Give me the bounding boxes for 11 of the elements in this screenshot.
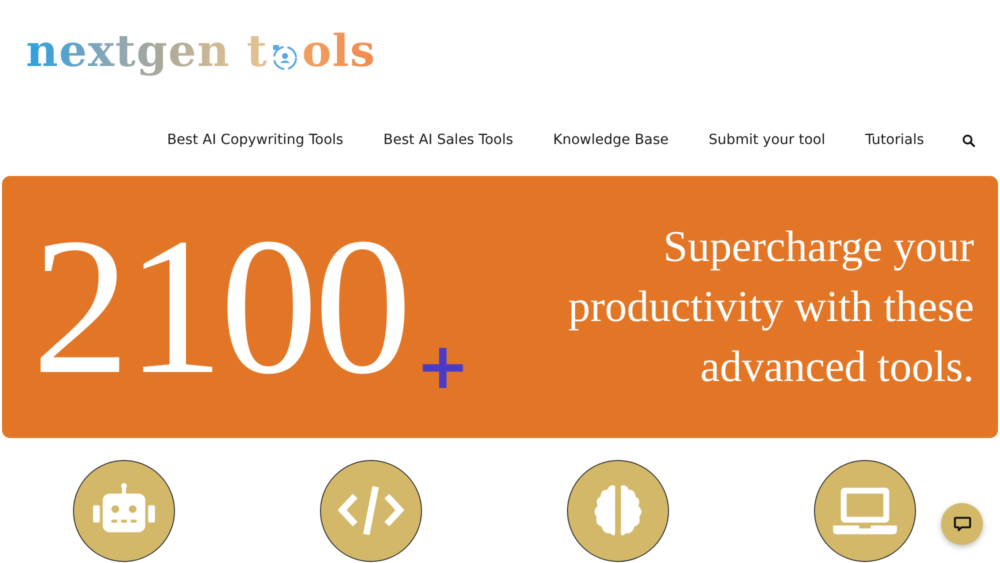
nav-link[interactable]: Tutorials — [865, 132, 924, 148]
nav-link[interactable]: Best AI Sales Tools — [383, 132, 514, 148]
chat-button[interactable] — [941, 503, 983, 545]
nav-link[interactable]: Best AI Copywriting Tools — [167, 132, 344, 148]
plus-sign: + — [416, 339, 470, 395]
hero-headline: Supercharge your productivity with these advanced tools. — [567, 221, 974, 393]
tool-count: 2100 — [32, 227, 408, 387]
nav-link[interactable]: Knowledge Base — [553, 132, 669, 148]
nav-link[interactable]: Submit your tool — [708, 132, 826, 148]
chat-bubble-icon — [952, 514, 972, 534]
search-icon[interactable] — [962, 134, 975, 146]
